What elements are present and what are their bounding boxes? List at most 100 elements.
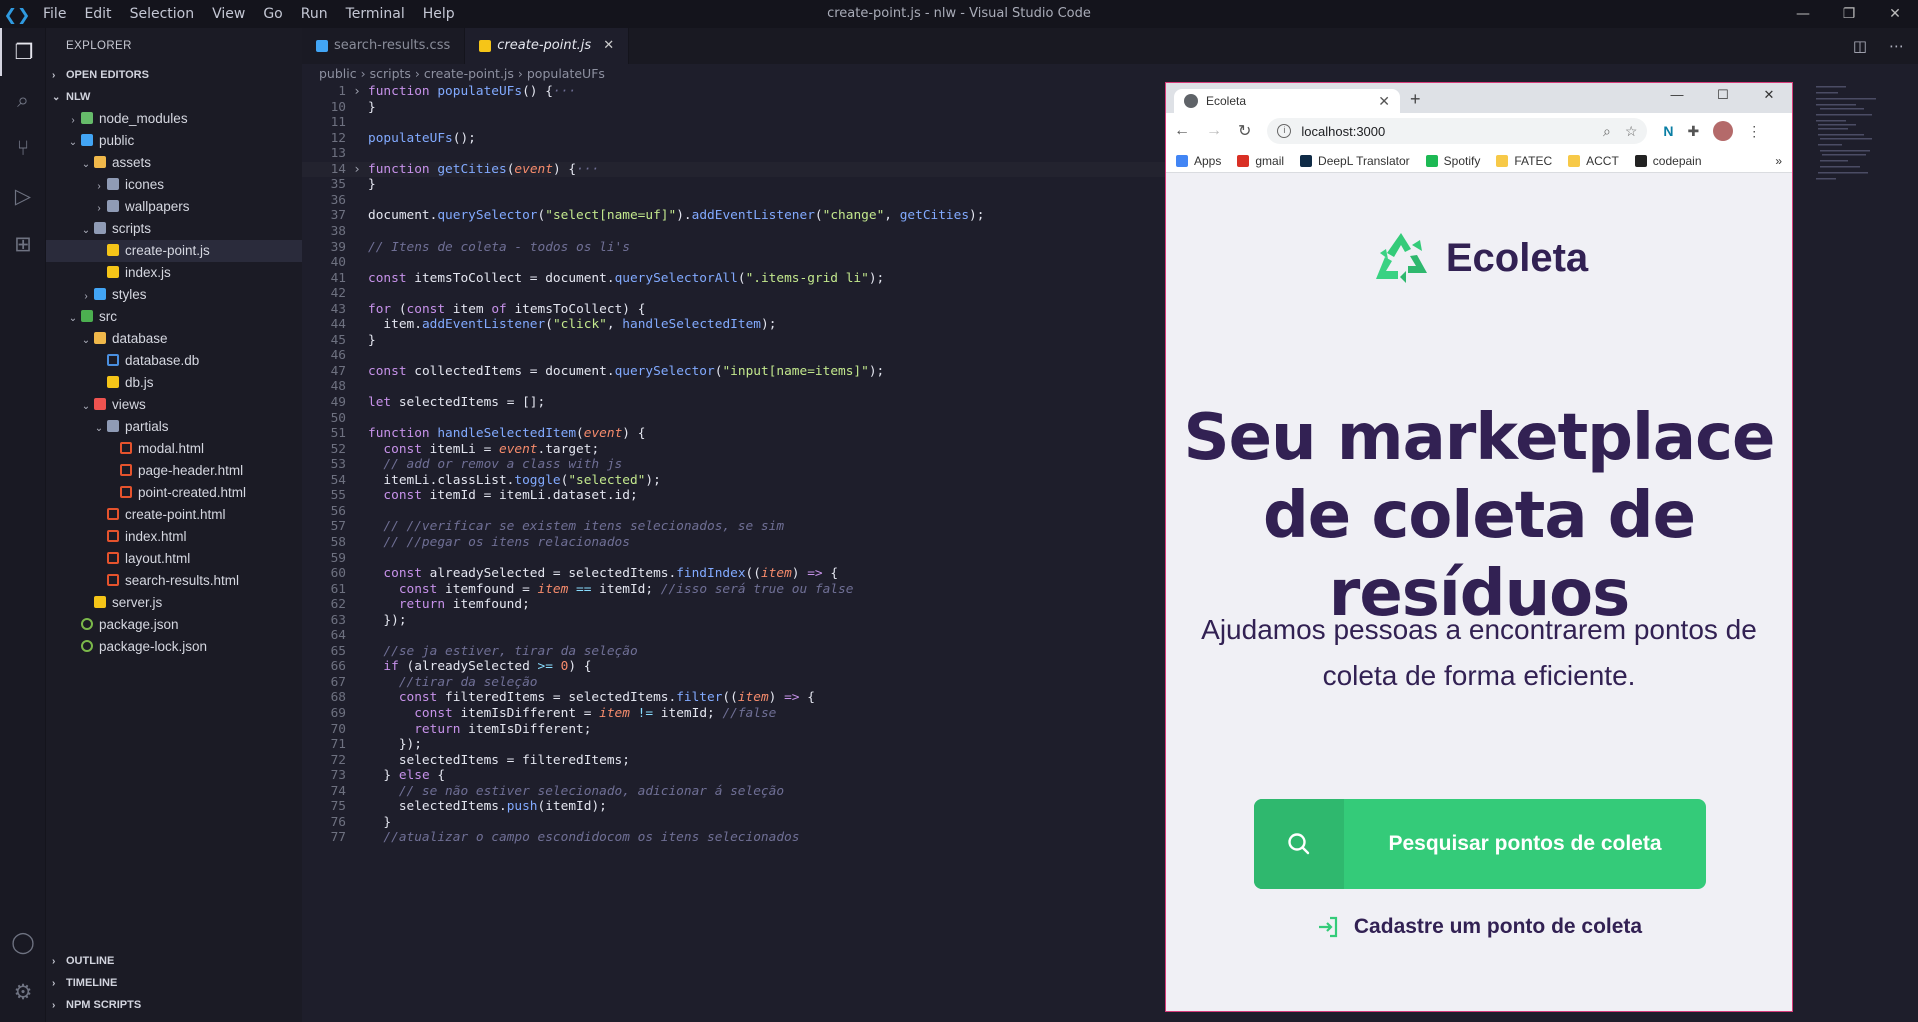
tree-item-modal-html[interactable]: modal.html	[46, 438, 302, 460]
menu-edit[interactable]: Edit	[75, 0, 120, 28]
browser-tab[interactable]: Ecoleta ✕	[1174, 89, 1400, 113]
outline-section[interactable]: › OUTLINE	[46, 950, 302, 972]
tree-item-styles[interactable]: › styles	[46, 284, 302, 306]
menu-go[interactable]: Go	[254, 0, 291, 28]
zoom-icon[interactable]: ⌕	[1603, 123, 1611, 140]
tree-item-public[interactable]: ⌄ public	[46, 130, 302, 152]
html-file-icon	[107, 530, 119, 542]
close-button[interactable]: ✕	[1872, 0, 1918, 28]
tree-item-db-js[interactable]: db.js	[46, 372, 302, 394]
npm-scripts-section[interactable]: › NPM SCRIPTS	[46, 994, 302, 1016]
ecoleta-page: Ecoleta Seu marketplace de coleta de res…	[1166, 173, 1792, 1011]
site-info-icon[interactable]: i	[1277, 124, 1292, 138]
open-editors-section[interactable]: › OPEN EDITORS	[46, 64, 302, 86]
tree-item-database[interactable]: ⌄ database	[46, 328, 302, 350]
timeline-section[interactable]: › TIMELINE	[46, 972, 302, 994]
tree-item-package-lock-json[interactable]: package-lock.json	[46, 636, 302, 658]
run-debug-icon[interactable]: ▷	[0, 172, 46, 220]
code-token: (	[576, 426, 584, 442]
bookmark-acct[interactable]: ACCT	[1568, 154, 1619, 168]
tab-create-point-js[interactable]: create-point.js ✕	[465, 28, 630, 64]
minimap[interactable]	[1814, 84, 1904, 204]
restore-button[interactable]: ❐	[1826, 0, 1872, 28]
tree-item-views[interactable]: ⌄ views	[46, 394, 302, 416]
tree-item-node-modules[interactable]: › node_modules	[46, 108, 302, 130]
fold-chevron-icon[interactable]: ›	[346, 84, 368, 100]
bookmark-star-icon[interactable]: ☆	[1625, 123, 1638, 140]
code-text: document.querySelector ("select[name=uf]"…	[368, 208, 984, 223]
search-icon[interactable]: ⌕	[0, 76, 46, 124]
bookmark-fatec[interactable]: FATEC	[1496, 154, 1552, 168]
browser-close-button[interactable]: ✕	[1746, 83, 1792, 113]
browser-menu-icon[interactable]: ⋮	[1747, 123, 1761, 140]
tree-item-search-results-html[interactable]: search-results.html	[46, 570, 302, 592]
tree-item-package-json[interactable]: package.json	[46, 614, 302, 636]
menu-file[interactable]: File	[34, 0, 75, 28]
tree-item-wallpapers[interactable]: › wallpapers	[46, 196, 302, 218]
tree-item-page-header-html[interactable]: page-header.html	[46, 460, 302, 482]
search-collection-points-button[interactable]: Pesquisar pontos de coleta	[1254, 799, 1706, 889]
extension-n-icon[interactable]: N	[1663, 123, 1673, 139]
tree-item-partials[interactable]: ⌄ partials	[46, 416, 302, 438]
more-actions-icon[interactable]: ⋯	[1889, 37, 1904, 55]
browser-tab-close-icon[interactable]: ✕	[1378, 93, 1390, 110]
breadcrumb-item[interactable]: create-point.js	[424, 66, 514, 81]
apps-icon	[1176, 154, 1188, 167]
tree-item-create-point-html[interactable]: create-point.html	[46, 504, 302, 526]
breadcrumb-item[interactable]: public	[319, 66, 357, 81]
code-token: (	[545, 317, 553, 333]
split-editor-icon[interactable]: ◫	[1853, 37, 1867, 55]
bookmark-gmail[interactable]: gmail	[1237, 154, 1284, 168]
tree-item-scripts[interactable]: ⌄ scripts	[46, 218, 302, 240]
extensions-icon[interactable]: ⊞	[0, 220, 46, 268]
minimize-button[interactable]: —	[1780, 0, 1826, 28]
tree-item-index-js[interactable]: index.js	[46, 262, 302, 284]
menu-selection[interactable]: Selection	[121, 0, 204, 28]
tree-item-database-db[interactable]: database.db	[46, 350, 302, 372]
tree-item-icones[interactable]: › icones	[46, 174, 302, 196]
tab-close-icon[interactable]: ✕	[603, 28, 614, 64]
browser-window: Ecoleta ✕ + — ☐ ✕ ← → ↻ i localhost:3000…	[1165, 82, 1793, 1012]
account-icon[interactable]: ◯	[0, 918, 46, 966]
forward-arrow-icon[interactable]: →	[1206, 122, 1222, 140]
source-control-icon[interactable]: ⑂	[0, 124, 46, 172]
ecoleta-logo[interactable]: Ecoleta	[1166, 229, 1792, 287]
menu-terminal[interactable]: Terminal	[337, 0, 414, 28]
settings-gear-icon[interactable]: ⚙	[0, 968, 46, 1016]
bookmark-codepain[interactable]: codepain	[1634, 154, 1702, 168]
back-arrow-icon[interactable]: ←	[1174, 122, 1190, 140]
tab-search-results-css[interactable]: search-results.css	[302, 28, 466, 64]
new-tab-button[interactable]: +	[1410, 89, 1421, 110]
code-view[interactable]: 1 › function populateUFs() {··· 10} 11 12 popu…	[302, 84, 1502, 1022]
code-token: (	[398, 301, 407, 317]
tree-item-server-js[interactable]: server.js	[46, 592, 302, 614]
browser-maximize-button[interactable]: ☐	[1700, 83, 1746, 113]
line-number: 76	[330, 814, 346, 830]
breadcrumb-item[interactable]: scripts	[370, 66, 411, 81]
bookmark-spotify[interactable]: Spotify	[1425, 154, 1480, 168]
bookmark-deepl-translator[interactable]: DeepL Translator	[1300, 154, 1410, 168]
code-token: const	[368, 690, 446, 706]
tree-item-layout-html[interactable]: layout.html	[46, 548, 302, 570]
explorer-icon[interactable]: ❐	[0, 28, 46, 76]
tree-item-src[interactable]: ⌄ src	[46, 306, 302, 328]
breadcrumb-item[interactable]: populateUFs	[527, 66, 605, 81]
browser-minimize-button[interactable]: —	[1654, 83, 1700, 113]
tree-item-index-html[interactable]: index.html	[46, 526, 302, 548]
fold-chevron-icon[interactable]: ›	[346, 162, 368, 178]
tree-item-create-point-js[interactable]: create-point.js	[46, 240, 302, 262]
menu-run[interactable]: Run	[292, 0, 337, 28]
tree-item-assets[interactable]: ⌄ assets	[46, 152, 302, 174]
code-token: // add or remov a class with js	[368, 457, 623, 473]
profile-avatar[interactable]	[1713, 121, 1734, 141]
register-point-link[interactable]: Cadastre um ponto de coleta	[1166, 915, 1792, 939]
bookmarks-overflow-icon[interactable]: »	[1775, 154, 1782, 168]
tree-item-point-created-html[interactable]: point-created.html	[46, 482, 302, 504]
address-bar[interactable]: i localhost:3000 ⌕ ☆	[1267, 118, 1648, 144]
menu-view[interactable]: View	[203, 0, 254, 28]
bookmark-apps[interactable]: Apps	[1176, 154, 1221, 168]
menu-help[interactable]: Help	[414, 0, 464, 28]
project-section[interactable]: ⌄ NLW	[46, 86, 302, 108]
reload-icon[interactable]: ↻	[1238, 121, 1251, 141]
extensions-puzzle-icon[interactable]: ✚	[1688, 123, 1700, 140]
